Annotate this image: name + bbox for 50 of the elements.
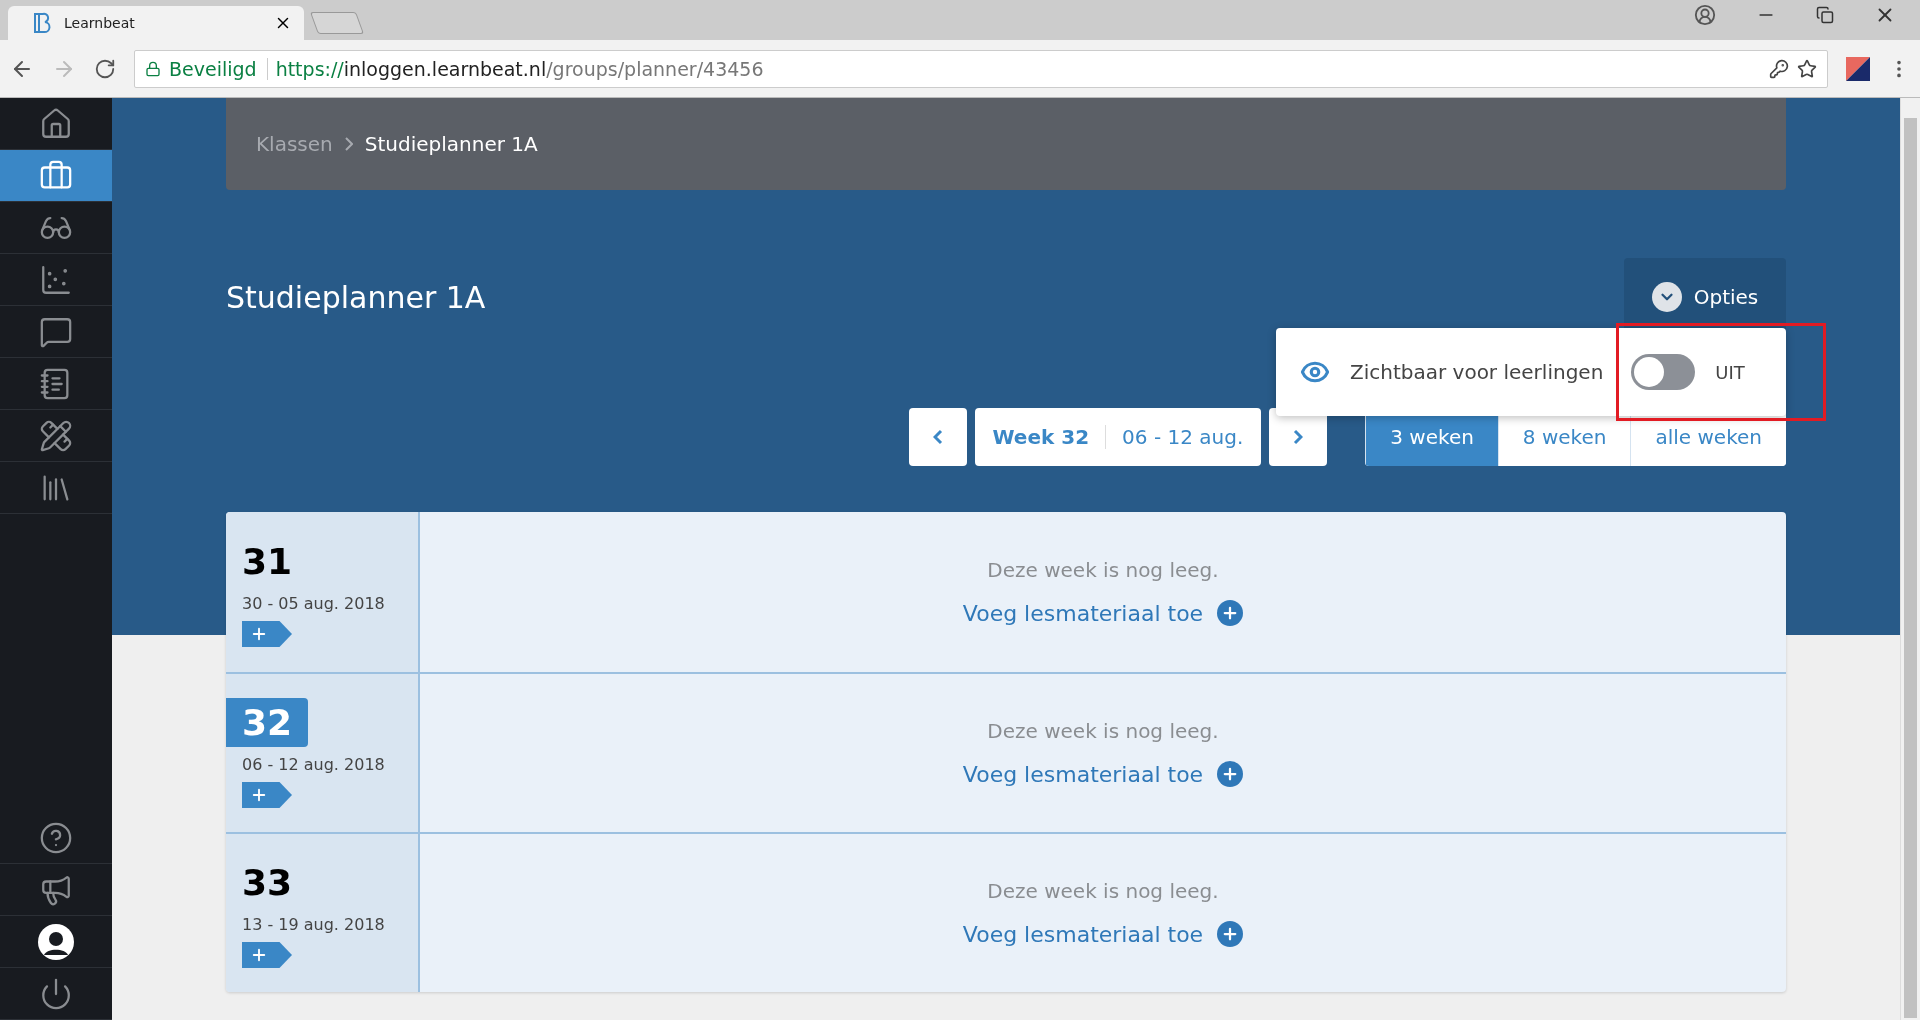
menu-label: Zichtbaar voor leerlingen: [1350, 360, 1604, 384]
key-icon[interactable]: [1769, 58, 1789, 79]
address-bar[interactable]: Beveiligd https://inloggen.learnbeat.nl/groups/planner/43456: [134, 49, 1828, 88]
add-tag-button[interactable]: [242, 782, 292, 808]
add-material-link[interactable]: Voeg lesmateriaal toe: [962, 921, 1244, 947]
profile-icon[interactable]: [1694, 4, 1716, 26]
chevron-left-icon: [932, 429, 943, 445]
add-material-link[interactable]: Voeg lesmateriaal toe: [962, 761, 1244, 787]
reload-icon[interactable]: [94, 57, 116, 80]
restore-icon[interactable]: [1816, 6, 1834, 24]
logo-icon: [32, 12, 52, 34]
plus-icon: [250, 625, 268, 643]
url-text: https://inloggen.learnbeat.nl/groups/planner/43456: [275, 57, 765, 80]
week-selector[interactable]: Week 32 06 - 12 aug.: [974, 408, 1262, 466]
lock-icon: [145, 60, 161, 77]
visibility-toggle[interactable]: [1631, 354, 1696, 390]
breadcrumb-link[interactable]: Studieplanner 1A: [364, 132, 538, 156]
week-dates: 06 - 12 aug. 2018: [241, 755, 386, 774]
previous-week-button[interactable]: [908, 408, 967, 466]
pencil-ruler-icon: [39, 418, 73, 453]
tab-title: Learnbeat: [64, 15, 136, 31]
avatar-icon: [38, 923, 74, 960]
week-label: Week 32: [992, 425, 1107, 449]
plus-icon: [250, 786, 268, 804]
week-dates: 13 - 19 aug. 2018: [241, 915, 386, 934]
chevron-icon: [344, 137, 353, 151]
help-icon: [39, 820, 73, 855]
add-material-link[interactable]: Voeg lesmateriaal toe: [962, 600, 1244, 626]
plus-icon: [250, 946, 268, 964]
secure-label: Beveiligd: [169, 57, 268, 80]
page-title: Studieplanner 1A: [226, 280, 486, 315]
add-tag-button[interactable]: [242, 942, 292, 968]
scrollbar[interactable]: [1900, 98, 1920, 1020]
add-tag-button[interactable]: [242, 621, 292, 647]
star-icon[interactable]: [1797, 58, 1817, 79]
power-icon: [39, 976, 73, 1011]
week-dates: 30 - 05 aug. 2018: [241, 594, 386, 613]
home-icon: [39, 106, 73, 141]
empty-message: Deze week is nog leeg.: [987, 879, 1219, 903]
empty-message: Deze week is nog leeg.: [987, 719, 1219, 743]
browser-tab[interactable]: Learnbeat: [8, 6, 304, 40]
week-number: 32: [226, 698, 309, 747]
breadcrumb-link[interactable]: Klassen: [256, 132, 333, 156]
empty-message: Deze week is nog leeg.: [987, 558, 1219, 582]
chevron-right-icon: [1293, 429, 1304, 445]
week-number: 33: [241, 861, 294, 905]
week-number: 31: [241, 540, 294, 584]
extension-icon[interactable]: [1846, 56, 1870, 81]
week-range: 06 - 12 aug.: [1122, 425, 1244, 449]
toggle-state: UIT: [1715, 361, 1745, 383]
